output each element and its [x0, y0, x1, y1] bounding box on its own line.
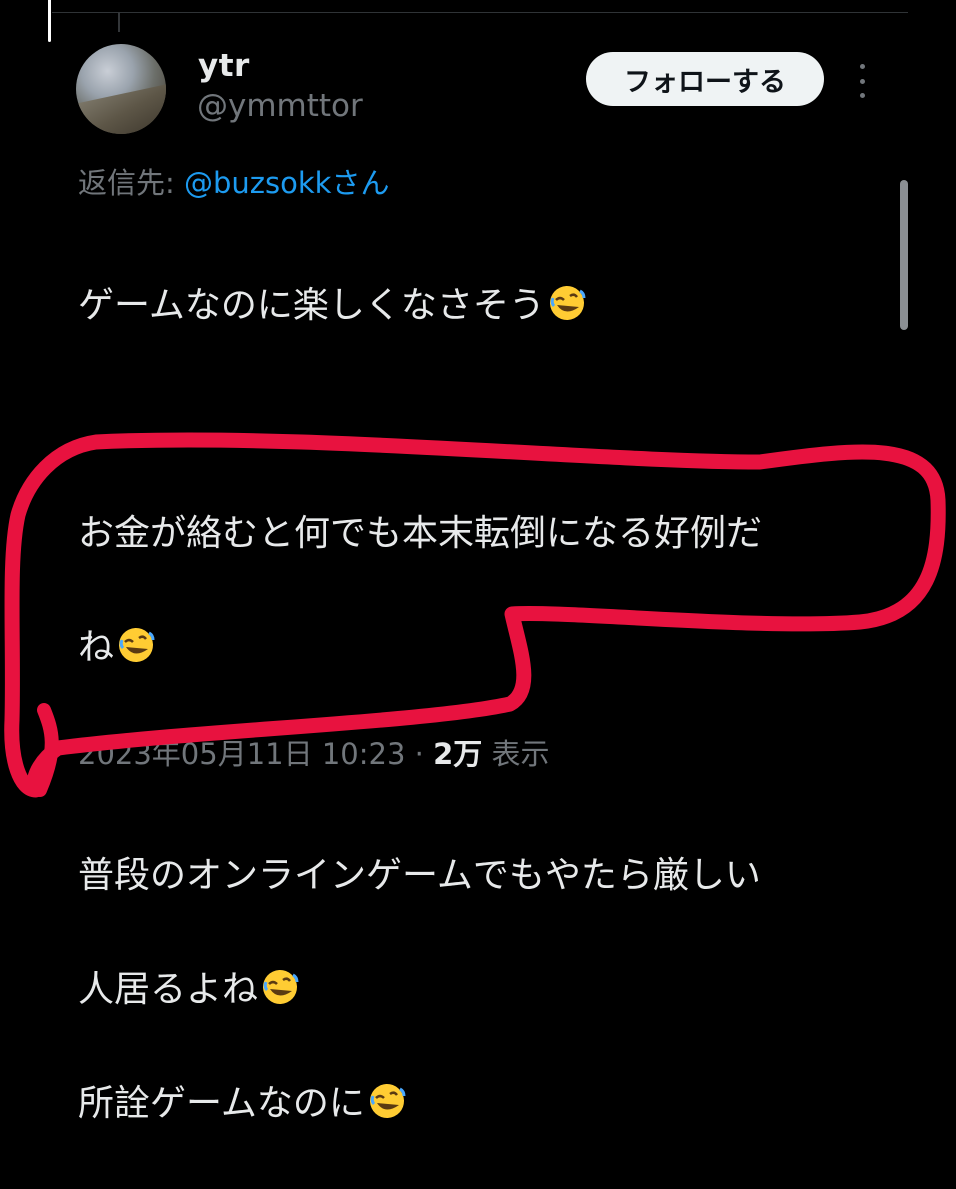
views-count: 2万	[433, 737, 483, 771]
tweet-text: ゲームなのに楽しくなさそう お金が絡むと何でも本末転倒になる好例だ ね 普段のオ…	[78, 220, 878, 1189]
thread-connector-line	[118, 12, 120, 32]
meta-separator: ·	[405, 737, 434, 771]
divider	[52, 12, 908, 13]
tweet-line-3: お金が絡むと何でも本末転倒になる好例だ	[78, 513, 763, 554]
tweet-meta: 2023年05月11日 10:23 · 2万 表示	[78, 731, 549, 773]
timestamp[interactable]: 2023年05月11日 10:23	[78, 737, 405, 771]
rolling-on-the-floor-laughing-icon	[263, 970, 299, 1004]
tweet-line-8: 所詮ゲームなのに	[78, 1075, 878, 1132]
tweet-line-1: ゲームなのに楽しくなさそう	[78, 277, 878, 334]
rolling-on-the-floor-laughing-icon	[119, 628, 155, 662]
top-edge-marker	[48, 0, 51, 42]
tweet-line-6: 普段のオンラインゲームでもやたら厳しい	[78, 855, 761, 896]
tweet-line-7: 人居るよね	[78, 961, 878, 1018]
reply-context: 返信先: @buzsokkさん	[78, 160, 389, 202]
views-label: 表示	[482, 737, 550, 771]
follow-button[interactable]: フォローする	[586, 52, 824, 106]
author-display-name[interactable]: ytr	[198, 48, 250, 84]
avatar[interactable]	[76, 44, 166, 134]
more-options-icon[interactable]	[852, 64, 872, 98]
tweet-line-2	[78, 391, 878, 448]
reply-prefix: 返信先:	[78, 166, 184, 200]
reply-mention-link[interactable]: @buzsokkさん	[184, 166, 389, 200]
scrollbar[interactable]	[900, 180, 908, 330]
tweet-line-4: ね	[78, 619, 878, 676]
author-handle[interactable]: @ymmttor	[197, 88, 363, 124]
rolling-on-the-floor-laughing-icon	[549, 286, 586, 320]
rolling-on-the-floor-laughing-icon	[369, 1084, 406, 1118]
